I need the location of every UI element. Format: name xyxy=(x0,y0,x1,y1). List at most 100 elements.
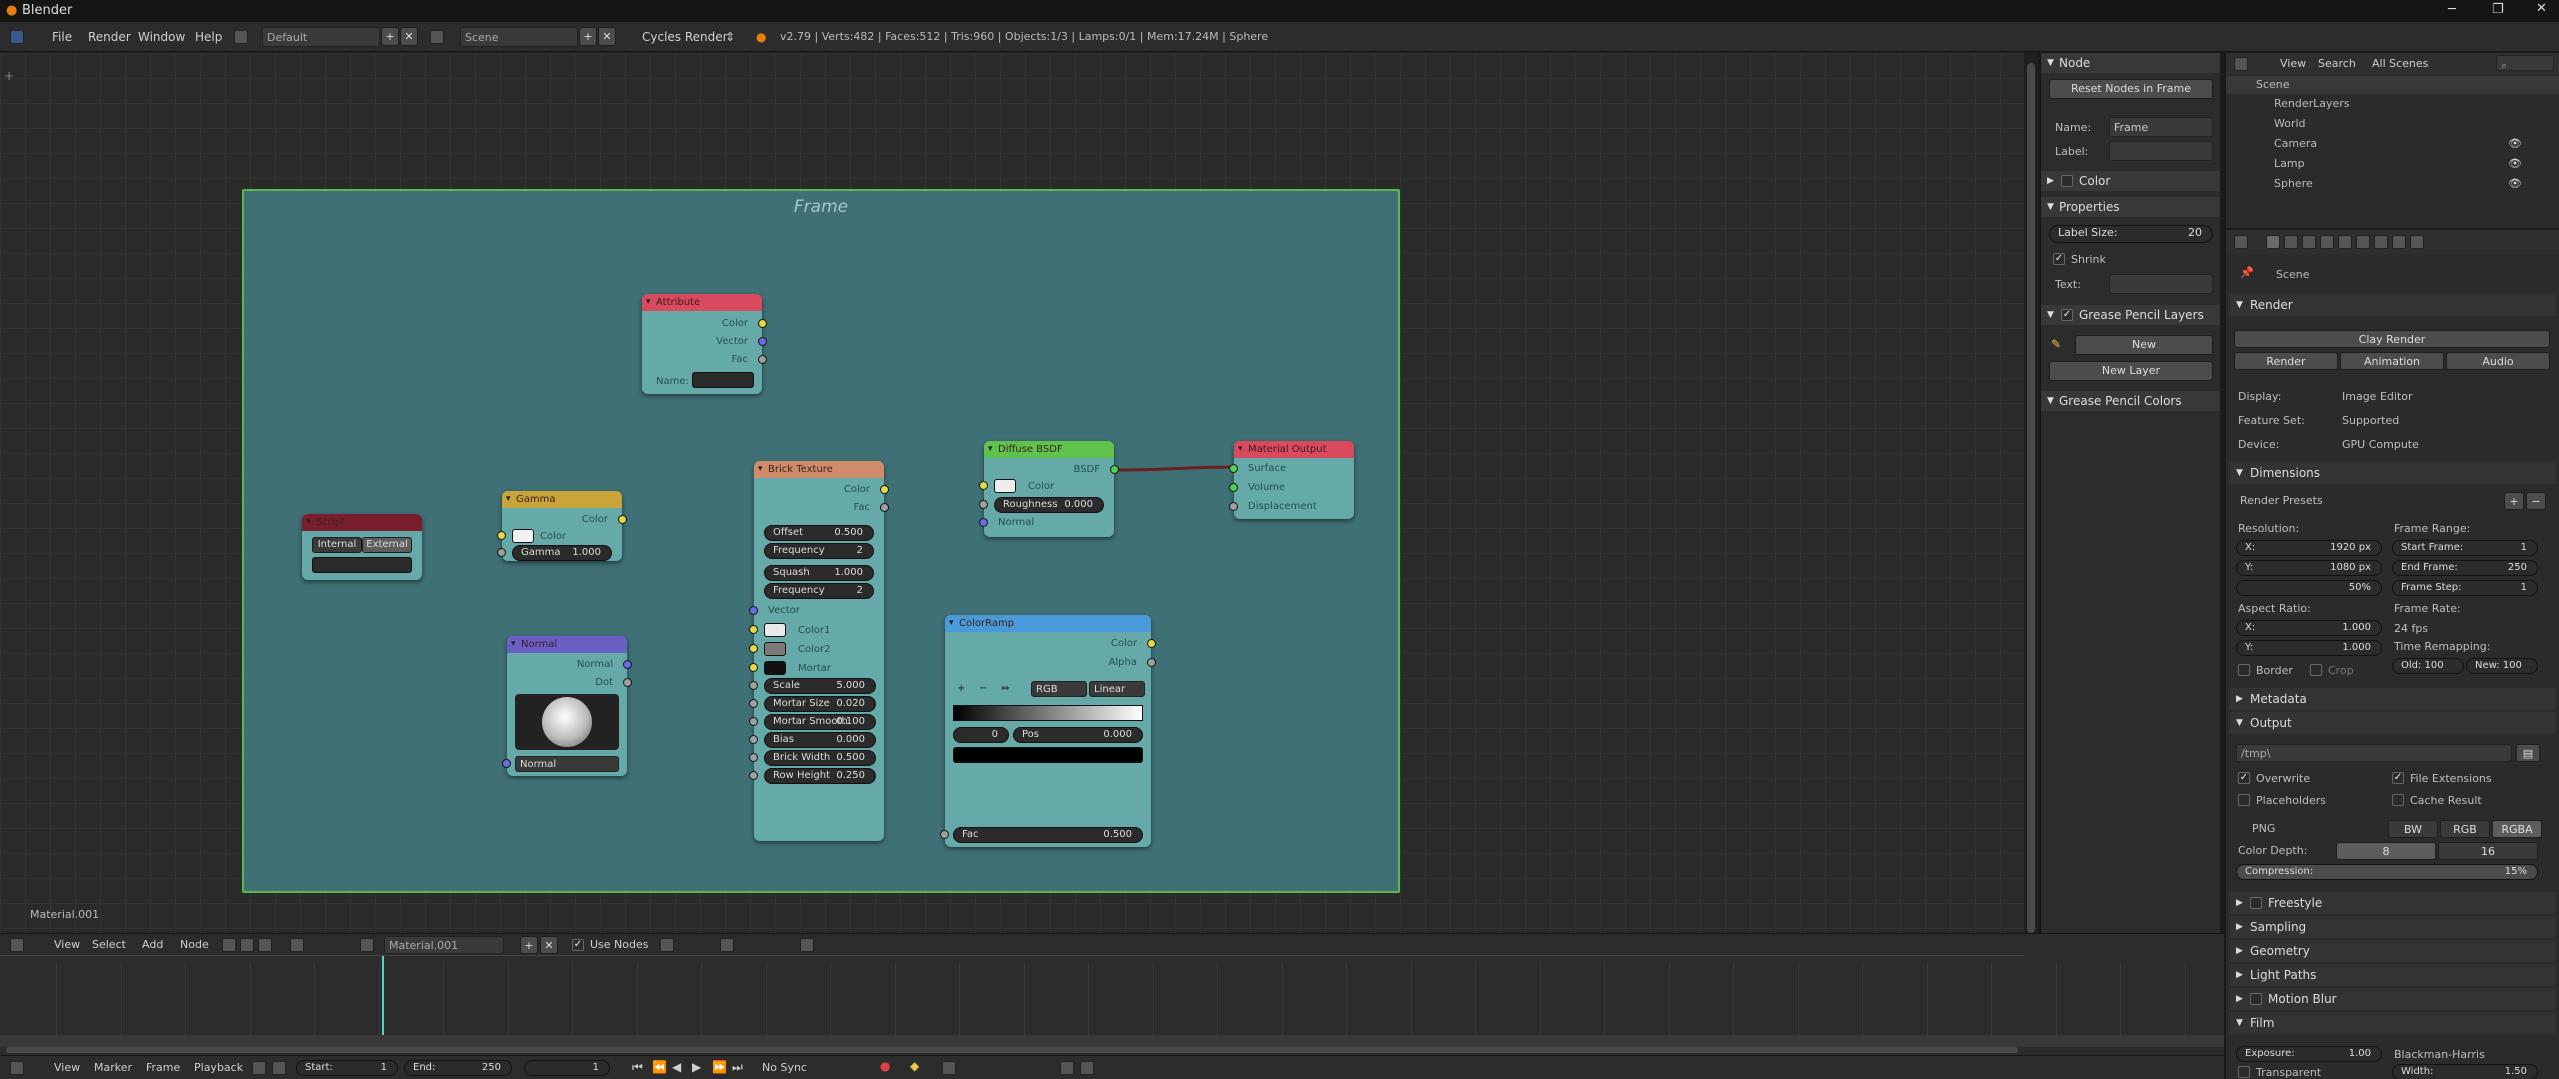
filter-width-field[interactable]: Width: 1.50 xyxy=(2392,1064,2538,1079)
close-icon[interactable]: ✕ xyxy=(2536,1,2547,16)
scene-tab-icon[interactable] xyxy=(2302,235,2316,249)
node-menu-select[interactable]: Select xyxy=(92,938,126,951)
socket[interactable] xyxy=(1229,502,1238,511)
outliner-search-menu[interactable]: Search xyxy=(2318,57,2356,70)
outliner-row-renderlayers[interactable]: RenderLayers xyxy=(2274,97,2350,110)
socket[interactable] xyxy=(979,481,988,490)
record-icon[interactable]: ● xyxy=(880,1059,890,1073)
keyframe-icon[interactable]: ◆ xyxy=(910,1059,919,1073)
menu-help[interactable]: Help xyxy=(195,30,222,44)
material-field[interactable]: Material.001 xyxy=(384,936,504,954)
layout-field[interactable]: Default xyxy=(262,27,380,47)
socket[interactable] xyxy=(749,735,758,744)
eye-icon[interactable]: 👁 xyxy=(2508,177,2522,190)
light-paths-section[interactable]: Light Paths xyxy=(2230,964,2556,986)
properties-icon[interactable] xyxy=(2234,235,2248,249)
outliner-search-field[interactable]: ⌕ xyxy=(2496,55,2554,71)
aspect-y-field[interactable]: Y: 1.000 xyxy=(2236,640,2382,656)
snap-icon[interactable] xyxy=(800,938,814,952)
cache-result-checkbox[interactable] xyxy=(2392,794,2404,806)
metadata-section[interactable]: Metadata xyxy=(2230,688,2556,710)
remap-old-field[interactable]: Old: 100 xyxy=(2392,658,2464,674)
ramp-flip-icon[interactable]: ⇔ xyxy=(1001,683,1009,694)
normal-mode-field[interactable]: Normal xyxy=(515,756,619,772)
node-panel-header[interactable]: Node xyxy=(2041,53,2220,73)
compositing-tree-icon[interactable] xyxy=(240,938,254,952)
socket[interactable] xyxy=(623,660,632,669)
gamma-node[interactable]: Gamma Color Color Gamma1.000 xyxy=(497,491,627,561)
gamma-node-header[interactable]: Gamma xyxy=(502,491,622,508)
script-file-field[interactable] xyxy=(312,557,412,573)
diffuse-roughness-field[interactable]: Roughness 0.000 xyxy=(994,497,1104,513)
brick-slider[interactable]: Bias 0.000 xyxy=(764,732,876,748)
reset-nodes-button[interactable]: Reset Nodes in Frame xyxy=(2049,79,2213,99)
outliner-row-scene[interactable]: Scene xyxy=(2226,76,2559,94)
colorramp-node-header[interactable]: ColorRamp xyxy=(945,615,1151,632)
new-layer-button[interactable]: New Layer xyxy=(2049,361,2213,381)
ramp-add-icon[interactable]: + xyxy=(957,683,965,694)
play-reverse-icon[interactable]: ◀ xyxy=(672,1060,681,1074)
display-select[interactable]: Image Editor xyxy=(2342,390,2413,403)
socket[interactable] xyxy=(880,485,889,494)
socket[interactable] xyxy=(758,337,767,346)
diffuse-bsdf-node[interactable]: Diffuse BSDF BSDF Color Roughness0.000 N… xyxy=(979,441,1119,537)
render-presets-select[interactable]: Render Presets xyxy=(2240,494,2323,507)
menu-render[interactable]: Render xyxy=(88,30,131,44)
timeline-scrollbar[interactable] xyxy=(6,1047,2018,1053)
outliner-view-menu[interactable]: View xyxy=(2280,57,2306,70)
material-browse-icon[interactable] xyxy=(360,938,374,952)
socket[interactable] xyxy=(979,518,988,527)
outliner-row-lamp[interactable]: Lamp xyxy=(2274,157,2305,170)
brick-slider[interactable]: Mortar Smooth 0.100 xyxy=(764,714,876,730)
diffuse-node-header[interactable]: Diffuse BSDF xyxy=(984,441,1114,458)
output-section[interactable]: Output xyxy=(2230,712,2556,734)
res-percent-field[interactable]: 50% xyxy=(2236,580,2382,596)
socket[interactable] xyxy=(497,531,506,540)
timeline-menu-frame[interactable]: Frame xyxy=(146,1061,180,1074)
depth-16-button[interactable]: 16 xyxy=(2438,842,2538,860)
use-nodes-checkbox[interactable]: ✓ xyxy=(572,939,584,951)
geometry-section[interactable]: Geometry xyxy=(2230,940,2556,962)
socket[interactable] xyxy=(749,644,758,653)
new-material-button[interactable]: + xyxy=(520,936,538,954)
socket[interactable] xyxy=(749,771,758,780)
scene-field[interactable]: Scene xyxy=(460,27,578,47)
res-y-field[interactable]: Y: 1080 px xyxy=(2236,560,2382,576)
unlink-material-button[interactable]: ✕ xyxy=(540,936,558,954)
socket[interactable] xyxy=(1229,464,1238,473)
brick-param[interactable]: Offset 0.500 xyxy=(764,525,874,541)
ramp-remove-icon[interactable]: − xyxy=(979,683,987,694)
node-menu-add[interactable]: Add xyxy=(142,938,163,951)
jump-key-back-icon[interactable]: ⏪ xyxy=(652,1060,667,1074)
brick-slider[interactable]: Scale 5.000 xyxy=(764,678,876,694)
dimensions-section[interactable]: Dimensions xyxy=(2230,462,2556,484)
info-editor-icon[interactable] xyxy=(10,30,24,44)
world-tab-icon[interactable] xyxy=(2320,235,2334,249)
brick-param[interactable]: Squash 1.000 xyxy=(764,565,874,581)
border-checkbox[interactable] xyxy=(2238,664,2250,676)
motion-blur-section[interactable]: Motion Blur xyxy=(2230,988,2556,1010)
socket[interactable] xyxy=(1229,483,1238,492)
start-field[interactable]: Start: 1 xyxy=(296,1060,398,1076)
outliner-display-select[interactable]: All Scenes xyxy=(2372,57,2428,70)
end-field[interactable]: End: 250 xyxy=(404,1060,512,1076)
bw-button[interactable]: BW xyxy=(2388,820,2438,838)
feature-set-select[interactable]: Supported xyxy=(2342,414,2399,427)
timeline-editor-icon[interactable] xyxy=(10,1061,24,1075)
ramp-fac-field[interactable]: Fac 0.500 xyxy=(953,827,1143,843)
output-path-field[interactable]: /tmp\ xyxy=(2236,744,2512,762)
normal-sphere-icon[interactable] xyxy=(542,697,592,747)
brick-mortar-swatch[interactable] xyxy=(764,661,786,675)
node-menu-view[interactable]: View xyxy=(54,938,80,951)
file-format-select[interactable]: PNG xyxy=(2252,822,2275,835)
ramp-color-field[interactable] xyxy=(953,747,1143,763)
object-tab-icon[interactable] xyxy=(2338,235,2352,249)
remove-layout-button[interactable]: ✕ xyxy=(400,27,418,46)
minimize-icon[interactable]: ─ xyxy=(2448,2,2456,17)
outliner-row-sphere[interactable]: Sphere xyxy=(2274,177,2313,190)
overwrite-checkbox[interactable]: ✓ xyxy=(2238,772,2250,784)
ramp-interp-field[interactable]: Linear xyxy=(1089,681,1145,697)
ramp-index-field[interactable]: 0 xyxy=(953,727,1009,743)
brick-param[interactable]: Frequency 2 xyxy=(764,543,874,559)
color-checkbox[interactable] xyxy=(2061,175,2073,187)
